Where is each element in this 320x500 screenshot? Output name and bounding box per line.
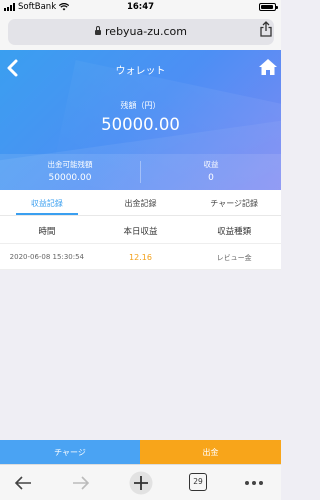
withdrawable-value: 50000.00 (48, 173, 92, 183)
income-stat: 収益 0 (141, 159, 281, 183)
battery-fill (261, 5, 273, 9)
balance-value: 50000.00 (101, 115, 180, 134)
tab-withdraw-records[interactable]: 出金記録 (94, 190, 188, 215)
tab-charge-records[interactable]: チャージ記録 (187, 190, 281, 215)
balance-label: 残額（円） (120, 101, 161, 110)
table-header: 時間 本日収益 収益種類 (0, 216, 281, 244)
page-title: ウォレット (115, 66, 166, 77)
more-icon[interactable] (243, 472, 265, 494)
column-header-income: 本日収益 (123, 227, 158, 237)
url-text: rebyua-zu.com (105, 25, 187, 38)
browser-toolbar: 29 (0, 464, 281, 500)
charge-button[interactable]: チャージ (0, 440, 140, 464)
address-text-wrap: rebyua-zu.com (8, 25, 274, 38)
home-icon[interactable] (258, 58, 278, 76)
withdraw-button[interactable]: 出金 (140, 440, 281, 464)
withdrawable-label: 出金可能残額 (47, 160, 93, 169)
withdrawable-stat: 出金可能残額 50000.00 (0, 159, 140, 183)
row-type: レビュー金 (216, 254, 252, 262)
row-time: 2020-06-08 15:30:54 (9, 253, 85, 261)
record-tabs: 収益記録 出金記録 チャージ記録 (0, 190, 281, 216)
browser-address-area: rebyua-zu.com (0, 16, 281, 50)
battery-icon (259, 3, 278, 11)
lock-icon (95, 26, 102, 35)
address-bar[interactable]: rebyua-zu.com (8, 19, 274, 45)
status-time: 16:47 (126, 2, 155, 12)
share-icon[interactable] (259, 21, 273, 37)
income-label: 収益 (203, 160, 219, 169)
new-tab-icon[interactable] (129, 471, 153, 495)
browser-forward-icon[interactable] (70, 472, 92, 494)
browser-back-icon[interactable] (12, 472, 34, 494)
tabs-icon[interactable]: 29 (189, 473, 207, 491)
income-value: 0 (208, 173, 214, 183)
status-bar: SoftBank 16:47 (0, 0, 281, 16)
table-row: 2020-06-08 15:30:54 12.16 レビュー金 (0, 244, 281, 270)
tab-income-records[interactable]: 収益記録 (0, 190, 94, 215)
column-header-type: 収益種類 (217, 227, 252, 237)
row-amount: 12.16 (129, 253, 152, 262)
balance-stats: 出金可能残額 50000.00 収益 0 (0, 154, 281, 190)
column-header-time: 時間 (38, 227, 56, 237)
